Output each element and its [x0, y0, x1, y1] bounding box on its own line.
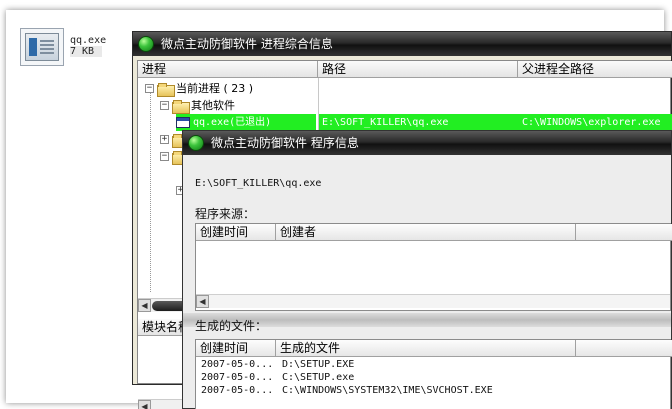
- generated-col-file[interactable]: 生成的文件: [276, 340, 576, 357]
- source-col-extra[interactable]: [576, 224, 672, 241]
- exe-icon: [176, 117, 190, 128]
- row-file: C:\SETUP.exe: [282, 372, 355, 383]
- tree-node-root[interactable]: − 当前进程 ( 23 ): [145, 80, 253, 97]
- column-header-path[interactable]: 路径: [318, 61, 518, 78]
- generated-files-list: 创建时间 生成的文件 2007-05-0... D:\SETUP.EXE 200…: [195, 339, 672, 409]
- selected-path: E:\SOFT_KILLER\qq.exe: [322, 117, 449, 128]
- prog-titlebar[interactable]: 微点主动防御软件 程序信息: [183, 131, 671, 155]
- exe-file-icon[interactable]: [20, 28, 64, 66]
- tree-group-label: 其他软件: [191, 99, 235, 112]
- app-logo-icon: [188, 135, 204, 151]
- folder-icon: [172, 99, 190, 114]
- column-header-parent-path[interactable]: 父进程全路径: [518, 61, 672, 78]
- row-file: C:\WINDOWS\SYSTEM32\IME\SVCHOST.EXE: [282, 385, 493, 396]
- main-titlebar[interactable]: 微点主动防御软件 进程综合信息: [133, 32, 671, 56]
- file-name: qq.exe: [70, 35, 107, 46]
- expand-icon[interactable]: +: [160, 135, 169, 144]
- collapse-icon[interactable]: −: [145, 84, 154, 93]
- selected-parent-path: C:\WINDOWS\explorer.exe: [522, 117, 661, 128]
- exe-path: E:\SOFT_KILLER\qq.exe: [195, 178, 322, 189]
- scroll-left-icon[interactable]: ◀: [138, 400, 151, 409]
- source-list: 创建时间 创建者 ◀: [195, 223, 672, 311]
- row-file: D:\SETUP.EXE: [282, 359, 355, 370]
- tree-root-label: 当前进程 ( 23 ): [176, 82, 254, 95]
- file-size: 7 KB: [70, 46, 103, 57]
- scroll-left-icon[interactable]: ◀: [196, 295, 209, 308]
- app-logo-icon: [138, 36, 154, 52]
- row-time: 2007-05-0...: [201, 372, 274, 383]
- row-time: 2007-05-0...: [201, 385, 274, 396]
- source-label: 程序来源：: [195, 207, 256, 221]
- column-header-process[interactable]: 进程: [138, 61, 318, 78]
- tree-node-group[interactable]: − 其他软件: [160, 97, 235, 114]
- row-time: 2007-05-0...: [201, 359, 274, 370]
- source-col-creator[interactable]: 创建者: [276, 224, 576, 241]
- generated-col-extra[interactable]: [576, 340, 672, 357]
- main-window-title: 微点主动防御软件 进程综合信息: [161, 37, 333, 51]
- program-info-body: E:\SOFT_KILLER\qq.exe 程序来源： 创建时间 创建者 ◀ 生…: [183, 155, 672, 409]
- source-hscrollbar[interactable]: ◀: [196, 294, 670, 308]
- generated-col-time[interactable]: 创建时间: [196, 340, 276, 357]
- generated-label: 生成的文件：: [195, 319, 268, 333]
- program-info-window: 微点主动防御软件 程序信息 E:\SOFT_KILLER\qq.exe 程序来源…: [182, 130, 672, 409]
- prog-window-title: 微点主动防御软件 程序信息: [211, 136, 359, 150]
- tree-selected-label: qq.exe(已退出): [193, 117, 272, 128]
- scroll-left-icon[interactable]: ◀: [138, 299, 151, 312]
- folder-icon: [157, 82, 175, 97]
- source-col-time[interactable]: 创建时间: [196, 224, 276, 241]
- tree-node-selected[interactable]: qq.exe(已退出): [176, 114, 316, 131]
- collapse-icon[interactable]: −: [160, 101, 169, 110]
- collapse-icon[interactable]: −: [160, 152, 169, 161]
